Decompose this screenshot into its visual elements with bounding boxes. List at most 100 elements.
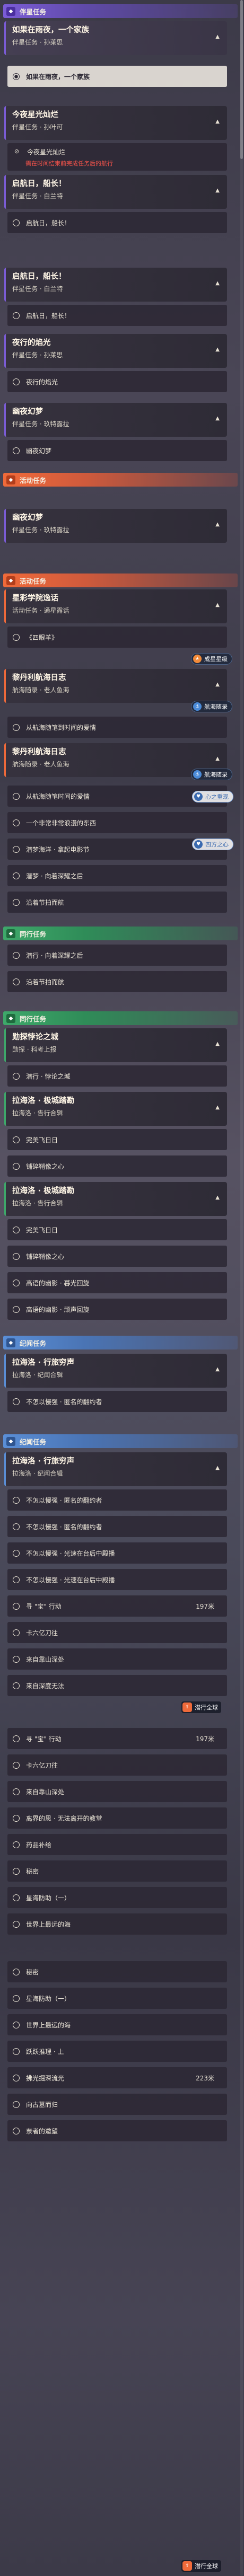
heart-icon: ♥ — [194, 840, 203, 849]
sub-quest-item[interactable]: 启航日，船长！ — [7, 212, 227, 233]
tag-badge[interactable]: ⚓ 航海随录 — [191, 769, 232, 780]
sub-quest-label: 秘密 — [26, 1867, 39, 1875]
radio-icon — [13, 1576, 20, 1583]
sub-quest-item[interactable]: 跃跃推理 · 上 — [7, 2041, 227, 2062]
sub-quest-item[interactable]: 卡六亿刀往 — [7, 1754, 227, 1776]
sub-quest-item[interactable]: 铺碎鞘像之心 — [7, 1246, 227, 1267]
sub-quest-item[interactable]: 潜行 · 悖论之城 — [7, 1065, 227, 1087]
sub-quest-item[interactable]: 夜行的焰光 — [7, 371, 227, 392]
sub-quest-label: 铺碎鞘像之心 — [26, 1162, 65, 1170]
sub-quest-item[interactable]: 沿着节拍而航 — [7, 971, 227, 992]
sub-quest-item[interactable]: 不怎以慢强 · 光速在台后中殿播 — [7, 1542, 227, 1564]
sub-quest-item[interactable]: 来自靠山深处 — [7, 1648, 227, 1670]
bottom-badge[interactable]: ⇪ 潜行全球 — [181, 2560, 221, 2572]
sub-quest-label: 世界上最远的海 — [26, 2021, 71, 2029]
sub-quest-label: 幽夜幻梦 — [26, 447, 52, 455]
quest-title: 幽夜幻梦 — [12, 514, 43, 522]
sub-quest-item[interactable]: 向古墓而归 — [7, 2094, 227, 2115]
sub-quest-item[interactable]: 来自靠山深处 — [7, 1781, 227, 1802]
scroll-thumb[interactable] — [240, 0, 243, 159]
sub-quest-label: 不怎以慢强 · 匿名的翻约者 — [26, 1523, 102, 1531]
section-header-memory: ◆ 纪闻任务 — [3, 1336, 238, 1349]
sub-quest-item[interactable]: 星海防助（一） — [7, 1887, 227, 1908]
sub-quest-label: 向古墓而归 — [26, 2101, 58, 2109]
heart-icon: ♥ — [194, 792, 203, 801]
radio-icon — [13, 1629, 20, 1636]
quest-card[interactable]: 星彩学院逸话 活动任务 · 通星露话 ▲ — [4, 589, 227, 623]
sub-quest-item[interactable]: 拂光掘深流光 223米 — [7, 2067, 227, 2088]
sub-quest-item[interactable]: 药品补给 — [7, 1834, 227, 1855]
bottom-badge[interactable]: ⇪ 潜行全球 — [181, 1701, 221, 1713]
sub-quest-item[interactable]: 不怎以慢强 · 匿名的翻约者 — [7, 1391, 227, 1412]
distance-label: 197米 — [196, 1735, 214, 1743]
sub-quest-item[interactable]: 寻 "宝" 行动 197米 — [7, 1595, 227, 1617]
sub-quest-item[interactable]: 铺碎鞘像之心 — [7, 1155, 227, 1177]
quest-card[interactable]: 启航日，船长！ 伴星任务 · 白兰特 ▲ — [4, 268, 227, 302]
sub-quest-item[interactable]: 《四眼羊》 — [7, 627, 227, 648]
radio-icon — [13, 845, 20, 853]
quest-card[interactable]: 幽夜幻梦 伴星任务 · 玖特露拉 ▲ — [4, 509, 227, 543]
sub-quest-item[interactable]: 从航海随笔到时间的爱情 — [7, 717, 227, 738]
sub-quest-item[interactable]: 世界上最远的海 — [7, 2014, 227, 2035]
quest-subtitle: 伴星任务 · 孙叶可 — [12, 123, 63, 131]
quest-card[interactable]: 拉海洛 · 行旅穷声 拉海洛 · 纪闻合辑 ▲ — [4, 1354, 227, 1388]
sub-quest-label: 来自靠山深处 — [26, 1655, 65, 1663]
tag-badge[interactable]: ★ 成星星级 — [191, 653, 232, 665]
sub-quest-item[interactable]: 来自深度无法 — [7, 1675, 227, 1696]
radio-icon — [13, 447, 20, 454]
sub-quest-item[interactable]: 奈者的邀望 — [7, 2120, 227, 2141]
badge-label: 潜行全球 — [195, 2563, 218, 2570]
tag-badge[interactable]: ♥ 心之重现 — [192, 791, 233, 802]
sub-quest-item[interactable]: 沿着节拍而航 — [7, 892, 227, 913]
sub-quest-label: 高语的幽影 · 暮光回旋 — [26, 1279, 90, 1287]
quest-card[interactable]: 今夜星光灿烂 伴星任务 · 孙叶可 ▲ — [4, 106, 227, 140]
sub-quest-item[interactable]: 启航日，船长！ — [7, 305, 227, 326]
sub-quest-item[interactable]: 不怎以慢强 · 匿名的翻约者 — [7, 1516, 227, 1537]
quest-card[interactable]: 幽夜幻梦 伴星任务 · 玖特露拉 ▲ — [4, 403, 227, 437]
sub-quest-item[interactable]: 卡六亿刀往 — [7, 1622, 227, 1643]
quest-subtitle: 航海随录 · 老人鱼海 — [12, 686, 69, 694]
sub-quest-item[interactable]: 完美飞日日 — [7, 1129, 227, 1150]
sub-quest-item[interactable]: 一个非常非常浪漫的东西 — [7, 812, 227, 833]
scrollbar[interactable] — [240, 0, 243, 2576]
quest-card[interactable]: 拉海洛 · 极城踏勘 拉海洛 · 告行合辑 ▲ — [4, 1092, 227, 1126]
radio-icon — [13, 1252, 20, 1260]
radio-icon — [13, 378, 20, 385]
square-badge-icon: ◆ — [6, 1436, 15, 1446]
quest-card[interactable]: 启航日，船长！ 伴星任务 · 白兰特 ▲ — [4, 175, 227, 209]
quest-card[interactable]: 拉海洛 · 行旅穷声 拉海洛 · 纪闻合辑 ▲ — [4, 1452, 227, 1486]
tag-label: 心之重现 — [205, 793, 229, 800]
quest-card[interactable]: 勋探悖论之城 勋探 · 科考上报 ▲ — [4, 1028, 227, 1062]
sub-quest-label: 沿着节拍而航 — [26, 978, 65, 986]
tag-badge[interactable]: ♥ 四方之心 — [192, 839, 233, 850]
sub-quest-item[interactable]: 世界上最远的海 — [7, 1913, 227, 1935]
sub-quest-item[interactable]: 高语的幽影 · 顽声回旋 — [7, 1299, 227, 1320]
sub-quest-item[interactable]: 寻 "宝" 行动 197米 — [7, 1728, 227, 1749]
sub-quest-label: 如果在雨夜，一个家族 — [26, 73, 90, 81]
sub-quest-item[interactable]: 高语的幽影 · 暮光回旋 — [7, 1272, 227, 1293]
radio-icon — [13, 1398, 20, 1405]
sub-quest-item[interactable]: 秘密 — [7, 1961, 227, 1982]
sub-quest-item[interactable]: 幽夜幻梦 — [7, 440, 227, 461]
radio-icon — [13, 951, 20, 959]
quest-card[interactable]: 夜行的焰光 伴星任务 · 孙莱思 ▲ — [4, 334, 227, 368]
quest-card[interactable]: 如果在雨夜，一个家族 伴星任务 · 孙莱思 ▲ — [4, 21, 227, 55]
sub-quest-item[interactable]: 星海防助（一） — [7, 1988, 227, 2009]
sub-quest-item[interactable]: 潜行 · 向着深耀之后 — [7, 945, 227, 966]
section-header-event: ◆ 活动任务 — [3, 473, 238, 487]
distance-label: 223米 — [196, 2074, 214, 2082]
quest-card[interactable]: 黎丹利航海日志 航海随录 · 老人鱼海 ▲ — [4, 669, 227, 703]
radio-icon — [13, 1841, 20, 1848]
sub-quest-item[interactable]: 不怎以慢强 · 匿名的翻约者 — [7, 1489, 227, 1511]
tag-badge[interactable]: ⚓ 航海随录 — [191, 701, 232, 712]
sub-quest-label: 不怎以慢强 · 匿名的翻约者 — [26, 1398, 102, 1406]
sub-quest-item[interactable]: 离界的思 · 无法离开的教堂 — [7, 1807, 227, 1829]
sub-quest-item[interactable]: 秘密 — [7, 1860, 227, 1882]
sub-quest-item[interactable]: 如果在雨夜，一个家族 — [7, 66, 227, 87]
sub-quest-item[interactable]: 完美飞日日 — [7, 1219, 227, 1240]
quest-card[interactable]: 拉海洛 · 极城踏勘 拉海洛 · 告行合辑 ▲ — [4, 1182, 227, 1216]
sub-quest-item[interactable]: 不怎以慢强 · 光速在台后中殿播 — [7, 1569, 227, 1590]
sub-quest-item[interactable]: 潜梦 · 向着深耀之后 — [7, 865, 227, 886]
sub-quest-label: 离界的思 · 无法离开的教堂 — [26, 1814, 102, 1822]
square-badge-icon: ◆ — [6, 1013, 15, 1023]
